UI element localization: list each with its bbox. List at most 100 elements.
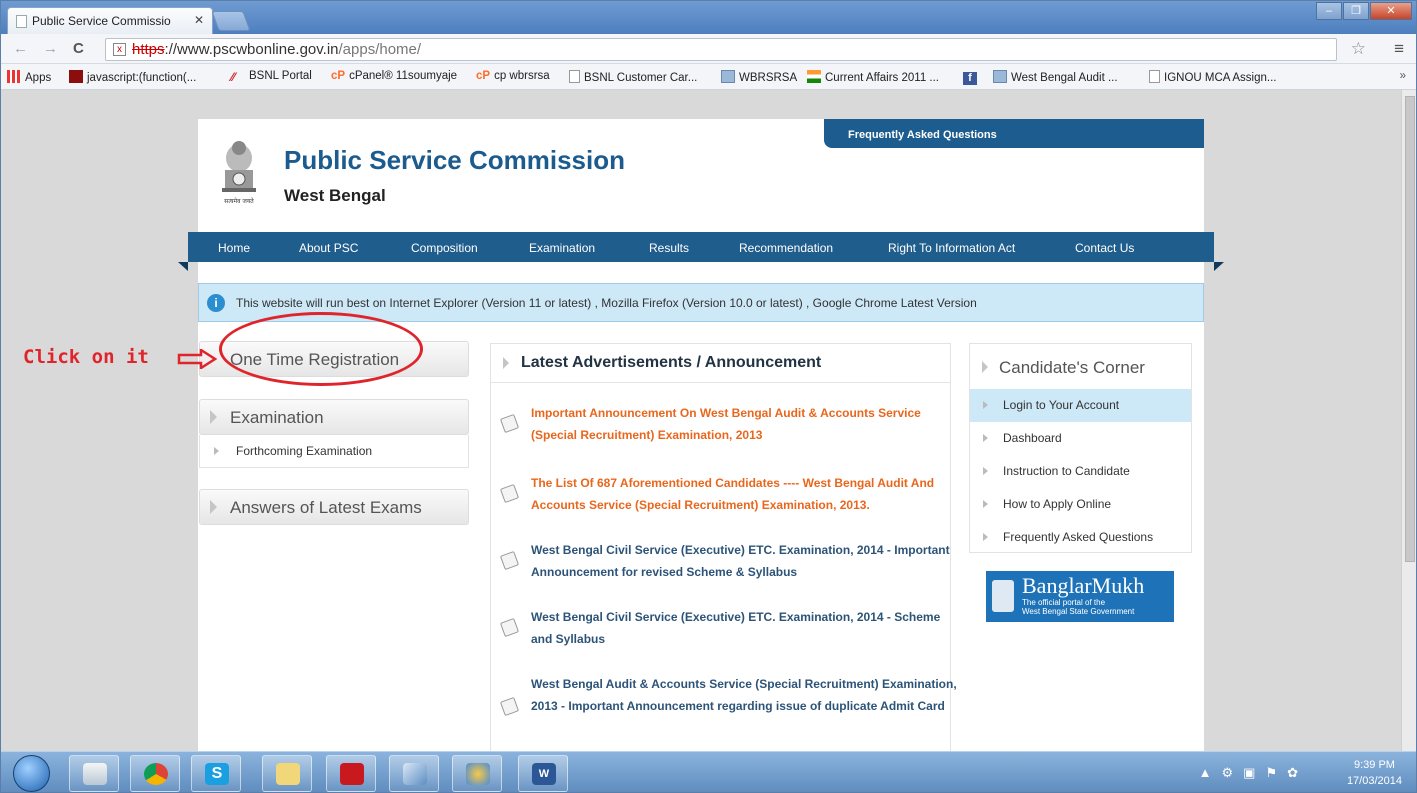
forward-arrow-icon[interactable]: → — [43, 40, 58, 57]
instruction-to-candidate-link[interactable]: Instruction to Candidate — [970, 455, 1191, 488]
chevron-right-icon — [210, 500, 217, 514]
chevron-right-icon — [503, 357, 509, 369]
browser-toolbar: ← → C x https://www.pscwbonline.gov.in/a… — [1, 34, 1416, 64]
chevron-right-icon — [983, 401, 988, 409]
login-to-your-account-link[interactable]: Login to Your Account — [970, 389, 1191, 422]
skype-taskbar-button[interactable]: S — [191, 755, 241, 792]
scrollbar-thumb[interactable] — [1405, 96, 1415, 562]
nav-examination[interactable]: Examination — [529, 241, 595, 255]
tab-close-icon[interactable]: ✕ — [194, 13, 204, 27]
bookmark-star-icon[interactable]: ☆ — [1351, 39, 1366, 59]
taskbar-clock[interactable]: 9:39 PM 17/03/2014 — [1347, 757, 1402, 789]
bookmark-label: javascript:(function(... — [87, 72, 197, 84]
nav-rti[interactable]: Right To Information Act — [888, 241, 1015, 255]
explorer-taskbar-button[interactable] — [69, 755, 119, 792]
app-taskbar-button[interactable] — [389, 755, 439, 792]
minimize-icon[interactable]: – — [1316, 2, 1342, 20]
folder-taskbar-button[interactable] — [262, 755, 312, 792]
how-to-apply-online-link[interactable]: How to Apply Online — [970, 488, 1191, 521]
paint-taskbar-button[interactable] — [452, 755, 502, 792]
chrome-taskbar-button[interactable] — [130, 755, 180, 792]
banglarmukh-title: BanglarMukh — [1022, 573, 1145, 598]
candidate-link-label: Dashboard — [1003, 431, 1062, 445]
document-icon — [499, 550, 520, 571]
examination-link[interactable]: Examination — [199, 399, 469, 435]
forthcoming-examination-link[interactable]: Forthcoming Examination — [199, 435, 469, 468]
nav-recommendation[interactable]: Recommendation — [739, 241, 833, 255]
bookmarks-overflow-icon[interactable]: » — [1400, 70, 1406, 82]
acrobat-icon — [340, 763, 364, 785]
announcements-heading-text: Latest Advertisements / Announcement — [521, 354, 822, 371]
bookmark-facebook[interactable]: f — [963, 70, 981, 85]
bsnl-logo-icon: ⁄⁄ — [231, 70, 236, 84]
document-icon — [499, 696, 520, 717]
start-button[interactable] — [13, 755, 50, 792]
reload-icon[interactable]: C — [73, 40, 84, 57]
bookmark-javascript[interactable]: javascript:(function(... — [69, 70, 196, 84]
cpanel-logo-icon: cP — [476, 70, 491, 82]
banglarmukh-banner[interactable]: BanglarMukh The official portal of the W… — [986, 571, 1174, 622]
nav-home[interactable]: Home — [218, 241, 250, 255]
document-icon — [499, 617, 520, 638]
paint-icon — [466, 763, 490, 785]
nav-about-psc[interactable]: About PSC — [299, 241, 358, 255]
candidate-link-label: How to Apply Online — [1003, 497, 1112, 511]
bookmark-current-affairs[interactable]: Current Affairs 2011 ... — [807, 70, 939, 84]
bookmarklet-icon — [69, 70, 83, 83]
page-icon — [569, 70, 580, 83]
faq-link[interactable]: Frequently Asked Questions — [970, 521, 1191, 554]
candidate-link-label: Login to Your Account — [1003, 398, 1120, 412]
close-window-icon[interactable]: ✕ — [1370, 2, 1412, 20]
system-tray[interactable]: ▲⚙▣⚑✿ — [1199, 765, 1308, 781]
dashboard-link[interactable]: Dashboard — [970, 422, 1191, 455]
answers-latest-exams-link[interactable]: Answers of Latest Exams — [199, 489, 469, 525]
vertical-scrollbar[interactable] — [1401, 90, 1416, 751]
page-icon — [16, 15, 27, 28]
acrobat-taskbar-button[interactable] — [326, 755, 376, 792]
nav-composition[interactable]: Composition — [411, 241, 478, 255]
document-icon — [499, 413, 520, 434]
candidates-corner: Candidate's Corner Login to Your Account… — [969, 343, 1192, 553]
back-arrow-icon[interactable]: ← — [13, 40, 28, 57]
address-bar[interactable]: x https://www.pscwbonline.gov.in/apps/ho… — [105, 38, 1337, 61]
bookmark-label: cp wbrsrsa — [494, 70, 550, 82]
bookmark-cp-wbrsrsa[interactable]: cP cp wbrsrsa — [476, 70, 550, 82]
candidate-link-label: Instruction to Candidate — [1003, 464, 1130, 478]
new-tab-button[interactable] — [211, 11, 251, 31]
app-icon — [403, 763, 427, 785]
bookmark-bsnl-portal[interactable]: ⁄⁄ BSNL Portal — [231, 70, 312, 84]
document-icon — [499, 483, 520, 504]
word-icon: W — [532, 763, 556, 785]
bookmark-wbrsrsa[interactable]: WBRSRSA — [721, 70, 797, 84]
bookmark-apps[interactable]: Apps — [7, 70, 51, 84]
browser-tab[interactable]: Public Service Commissio ✕ — [7, 7, 213, 34]
apps-grid-icon — [7, 70, 21, 83]
broken-lock-icon: x — [113, 43, 126, 56]
bookmark-wb-audit[interactable]: West Bengal Audit ... — [993, 70, 1118, 84]
bookmark-ignou[interactable]: IGNOU MCA Assign... — [1149, 70, 1276, 84]
announcement-text: West Bengal Audit & Accounts Service (Sp… — [531, 677, 957, 713]
candidates-corner-heading: Candidate's Corner — [970, 344, 1191, 388]
faq-tab[interactable]: Frequently Asked Questions — [824, 119, 1204, 148]
site-subtitle: West Bengal — [284, 186, 386, 205]
chevron-right-icon — [983, 500, 988, 508]
emblem-motto: सत्यमेव जयते — [224, 197, 254, 205]
bookmark-bsnl-customer[interactable]: BSNL Customer Car... — [569, 70, 697, 84]
word-taskbar-button[interactable]: W — [518, 755, 568, 792]
maximize-icon[interactable]: ❐ — [1343, 2, 1369, 20]
windows-taskbar: S W ▲⚙▣⚑✿ 9:39 PM 17/03/2014 — [1, 751, 1416, 792]
url-scheme: https — [132, 41, 165, 58]
chevron-right-icon — [983, 467, 988, 475]
bookmark-cpanel[interactable]: cP cPanel® 11soumyaje — [331, 70, 457, 82]
clock-time: 9:39 PM — [1353, 759, 1395, 771]
bookmark-label: IGNOU MCA Assign... — [1164, 72, 1277, 84]
announcement-text: The List Of 687 Aforementioned Candidate… — [531, 476, 935, 512]
nav-fold-right — [1214, 262, 1224, 271]
nav-contact-us[interactable]: Contact Us — [1075, 241, 1134, 255]
announcements-panel: Latest Advertisements / Announcement Imp… — [490, 343, 957, 751]
page-icon — [1149, 70, 1160, 83]
nav-results[interactable]: Results — [649, 241, 689, 255]
bookmark-label: West Bengal Audit ... — [1011, 72, 1118, 84]
menu-icon[interactable]: ≡ — [1394, 39, 1404, 59]
candidates-corner-heading-text: Candidate's Corner — [999, 358, 1145, 377]
